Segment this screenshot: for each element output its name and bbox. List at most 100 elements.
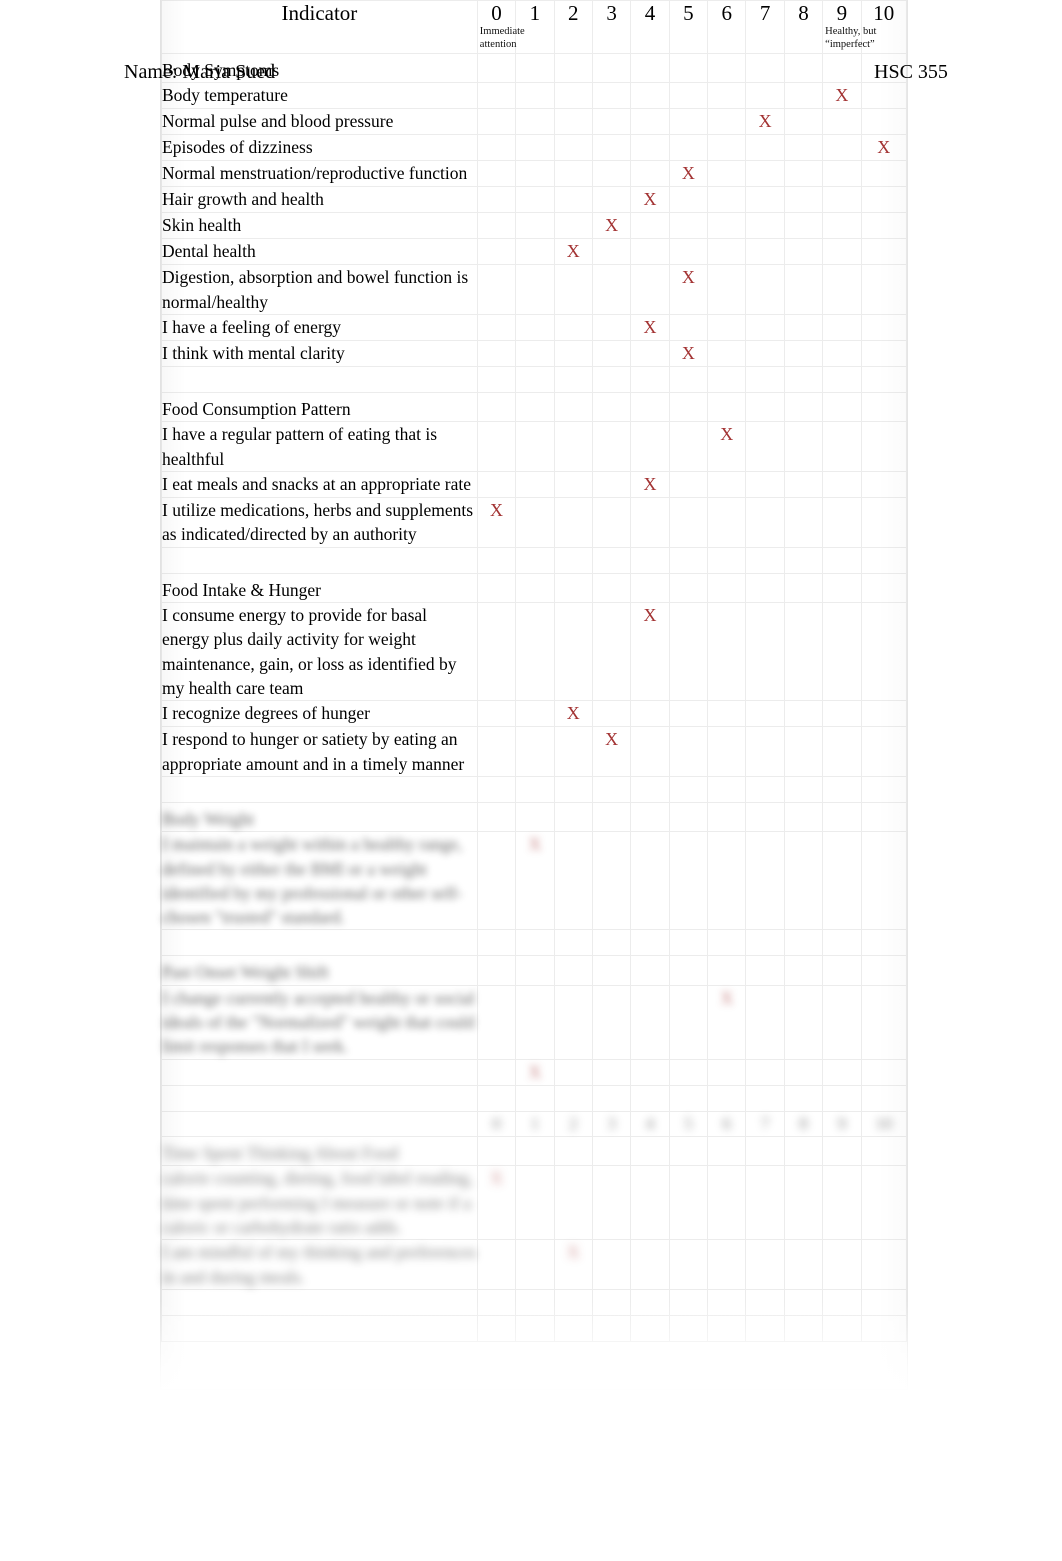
rating-cell[interactable]	[553, 212, 593, 240]
rating-cell[interactable]	[591, 314, 632, 342]
rating-cell[interactable]	[745, 212, 785, 240]
rating-cell[interactable]	[822, 212, 862, 240]
rating-cell-marked[interactable]: X	[630, 186, 670, 214]
rating-cell[interactable]	[745, 160, 785, 188]
rating-cell[interactable]	[630, 134, 670, 162]
rating-cell[interactable]	[553, 134, 593, 162]
rating-cell[interactable]	[783, 700, 824, 728]
rating-cell[interactable]	[783, 340, 824, 368]
rating-cell[interactable]	[860, 1058, 908, 1086]
rating-cell[interactable]	[745, 831, 785, 931]
rating-cell[interactable]	[515, 82, 555, 110]
rating-cell[interactable]	[476, 108, 517, 136]
rating-cell[interactable]	[707, 1239, 747, 1290]
rating-cell[interactable]	[860, 700, 908, 728]
rating-cell[interactable]	[783, 471, 824, 499]
rating-cell[interactable]	[745, 421, 785, 473]
rating-cell[interactable]	[515, 497, 555, 548]
rating-cell-marked[interactable]: X	[860, 134, 908, 162]
rating-cell[interactable]	[630, 984, 670, 1060]
rating-cell[interactable]	[668, 1239, 709, 1290]
rating-cell[interactable]	[745, 314, 785, 342]
rating-cell[interactable]	[822, 700, 862, 728]
rating-cell[interactable]	[476, 314, 517, 342]
rating-cell[interactable]	[707, 340, 747, 368]
rating-cell-marked[interactable]: X	[707, 984, 747, 1060]
rating-cell[interactable]	[515, 314, 555, 342]
rating-cell[interactable]	[591, 421, 632, 473]
rating-cell[interactable]	[822, 601, 862, 702]
rating-cell[interactable]	[860, 831, 908, 931]
rating-cell[interactable]	[476, 82, 517, 110]
rating-cell[interactable]	[553, 82, 593, 110]
rating-cell[interactable]	[668, 186, 709, 214]
rating-cell[interactable]	[591, 340, 632, 368]
rating-cell[interactable]	[860, 1165, 908, 1241]
rating-cell[interactable]	[630, 726, 670, 777]
rating-cell[interactable]	[668, 108, 709, 136]
rating-cell[interactable]	[745, 1058, 785, 1086]
rating-cell[interactable]	[668, 134, 709, 162]
rating-cell[interactable]	[668, 314, 709, 342]
rating-cell[interactable]	[822, 160, 862, 188]
rating-cell[interactable]	[668, 212, 709, 240]
rating-cell-marked[interactable]: X	[553, 238, 593, 266]
rating-cell[interactable]	[553, 160, 593, 188]
rating-cell[interactable]	[822, 471, 862, 499]
rating-cell[interactable]	[476, 1058, 517, 1086]
rating-cell-marked[interactable]: X	[822, 82, 862, 110]
rating-cell[interactable]	[745, 601, 785, 702]
rating-cell[interactable]	[476, 984, 517, 1060]
rating-cell[interactable]	[822, 831, 862, 931]
rating-cell-marked[interactable]: X	[476, 1165, 517, 1241]
rating-cell-marked[interactable]: X	[515, 831, 555, 931]
rating-cell[interactable]	[515, 134, 555, 162]
rating-cell[interactable]	[476, 186, 517, 214]
rating-cell[interactable]	[860, 108, 908, 136]
rating-cell[interactable]	[553, 726, 593, 777]
rating-cell-marked[interactable]: X	[591, 726, 632, 777]
rating-cell[interactable]	[630, 108, 670, 136]
rating-cell[interactable]	[668, 471, 709, 499]
rating-cell[interactable]	[630, 264, 670, 316]
rating-cell[interactable]	[668, 1058, 709, 1086]
rating-cell[interactable]	[707, 82, 747, 110]
rating-cell[interactable]	[745, 1165, 785, 1241]
rating-cell[interactable]	[515, 601, 555, 702]
rating-cell[interactable]	[783, 1058, 824, 1086]
rating-cell[interactable]	[553, 314, 593, 342]
rating-cell[interactable]	[630, 82, 670, 110]
rating-cell[interactable]	[476, 160, 517, 188]
rating-cell[interactable]	[630, 238, 670, 266]
rating-cell[interactable]	[860, 421, 908, 473]
rating-cell[interactable]	[553, 264, 593, 316]
rating-cell[interactable]	[822, 186, 862, 214]
rating-cell[interactable]	[707, 238, 747, 266]
rating-cell[interactable]	[707, 601, 747, 702]
rating-cell-marked[interactable]: X	[668, 264, 709, 316]
rating-cell[interactable]	[476, 601, 517, 702]
rating-cell[interactable]	[860, 340, 908, 368]
rating-cell[interactable]	[707, 497, 747, 548]
rating-cell[interactable]	[668, 1165, 709, 1241]
rating-cell[interactable]	[745, 264, 785, 316]
rating-cell[interactable]	[860, 601, 908, 702]
rating-cell[interactable]	[745, 497, 785, 548]
rating-cell[interactable]	[860, 238, 908, 266]
rating-cell[interactable]	[783, 82, 824, 110]
rating-cell[interactable]	[707, 186, 747, 214]
rating-cell[interactable]	[515, 238, 555, 266]
rating-cell-marked[interactable]: X	[668, 340, 709, 368]
rating-cell[interactable]	[745, 340, 785, 368]
rating-cell[interactable]	[553, 471, 593, 499]
rating-cell[interactable]	[668, 700, 709, 728]
rating-cell[interactable]	[630, 160, 670, 188]
rating-cell[interactable]	[783, 186, 824, 214]
rating-cell[interactable]	[707, 831, 747, 931]
rating-cell[interactable]	[860, 186, 908, 214]
rating-cell[interactable]	[783, 264, 824, 316]
rating-cell[interactable]	[591, 831, 632, 931]
rating-cell[interactable]	[822, 1239, 862, 1290]
rating-cell[interactable]	[707, 471, 747, 499]
rating-cell-marked[interactable]: X	[630, 601, 670, 702]
